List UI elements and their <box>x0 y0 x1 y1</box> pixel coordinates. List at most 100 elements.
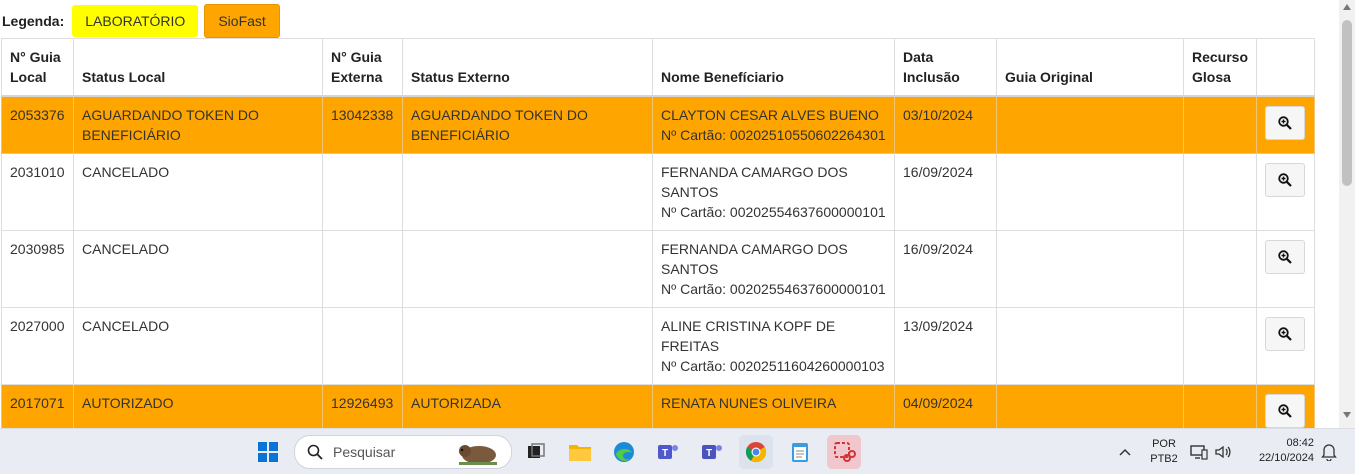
beneficiario-nome: ALINE CRISTINA KOPF DE FREITAS <box>661 318 836 354</box>
view-details-button[interactable] <box>1265 163 1305 197</box>
teams-classic-icon[interactable]: T <box>651 435 685 469</box>
cell-data-inclusao: 16/09/2024 <box>894 153 997 231</box>
volume-icon[interactable] <box>1212 435 1234 469</box>
zoom-in-icon <box>1278 404 1292 418</box>
cell-nome-beneficiario: FERNANDA CAMARGO DOS SANTOS Nº Cartão: 00… <box>652 153 895 231</box>
windows-start-icon[interactable] <box>251 435 285 469</box>
cell-guia-externa <box>322 230 403 308</box>
header-actions <box>1256 38 1315 97</box>
scroll-down-arrow-icon[interactable] <box>1343 412 1351 418</box>
cell-guia-externa: 12926493 <box>322 384 403 428</box>
cell-guia-local: 2053376 <box>1 95 74 154</box>
edge-browser-icon[interactable] <box>607 435 641 469</box>
cell-status-local: AUTORIZADO <box>73 384 323 428</box>
table-header-row: N° Guia Local Status Local N° Guia Exter… <box>1 38 1315 97</box>
beneficiario-cartao: Nº Cartão: 00202510550602264301 <box>661 127 886 143</box>
table-row[interactable]: 2017071 AUTORIZADO 12926493 AUTORIZADA RENAT… <box>1 384 1315 428</box>
cell-status-local: CANCELADO <box>73 230 323 308</box>
header-status-externo[interactable]: Status Externo <box>402 38 653 97</box>
header-data-inclusao[interactable]: Data Inclusão <box>894 38 997 97</box>
taskbar-search[interactable] <box>294 435 512 469</box>
cell-guia-externa <box>322 153 403 231</box>
chrome-browser-icon[interactable] <box>739 435 773 469</box>
cell-status-externo <box>402 230 653 308</box>
table-row[interactable]: 2053376 AGUARDANDO TOKEN DO BENEFICIÁRIO 1… <box>1 95 1315 154</box>
clock-time: 08:42 <box>1286 437 1314 449</box>
cell-guia-original <box>996 230 1184 308</box>
header-recurso-glosa[interactable]: Recurso Glosa <box>1183 38 1257 97</box>
wombat-illustration-icon <box>459 445 497 465</box>
header-nome-beneficiario[interactable]: Nome Benefíciario <box>652 38 895 97</box>
taskbar-search-input[interactable] <box>331 443 455 461</box>
cell-nome-beneficiario: RENATA NUNES OLIVEIRA <box>652 384 895 428</box>
zoom-in-icon <box>1278 327 1292 341</box>
beneficiario-cartao: Nº Cartão: 00202554637600000101 <box>661 281 886 297</box>
keyboard-layout: PTB2 <box>1150 453 1178 465</box>
beneficiario-nome: FERNANDA CAMARGO DOS SANTOS <box>661 164 848 200</box>
cell-guia-externa: 13042338 <box>322 95 403 154</box>
cell-status-externo: AGUARDANDO TOKEN DO BENEFICIÁRIO <box>402 95 653 154</box>
cell-nome-beneficiario: CLAYTON CESAR ALVES BUENO Nº Cartão: 0020… <box>652 95 895 154</box>
header-guia-original[interactable]: Guia Original <box>996 38 1184 97</box>
language-code: POR <box>1152 438 1176 450</box>
cell-status-externo <box>402 153 653 231</box>
cell-data-inclusao: 16/09/2024 <box>894 230 997 308</box>
clock-date: 22/10/2024 <box>1258 452 1314 464</box>
cell-actions <box>1256 95 1315 154</box>
cell-nome-beneficiario: ALINE CRISTINA KOPF DE FREITAS Nº Cartão:… <box>652 307 895 385</box>
cell-guia-original <box>996 307 1184 385</box>
taskbar-clock[interactable]: 08:42 22/10/2024 <box>1244 436 1314 466</box>
task-view-icon[interactable] <box>519 435 553 469</box>
scroll-thumb[interactable] <box>1342 20 1352 186</box>
page-content: Legenda: LABORATÓRIO SioFast N° Guia Loc… <box>0 0 1339 428</box>
language-indicator[interactable]: POR PTB2 <box>1146 437 1182 467</box>
cell-status-local: CANCELADO <box>73 153 323 231</box>
search-icon <box>307 444 323 460</box>
header-guia-externa[interactable]: N° Guia Externa <box>322 38 403 97</box>
cell-recurso-glosa <box>1183 95 1257 154</box>
header-guia-local[interactable]: N° Guia Local <box>1 38 74 97</box>
cell-recurso-glosa <box>1183 307 1257 385</box>
teams-icon[interactable]: T <box>695 435 729 469</box>
view-details-button[interactable] <box>1265 317 1305 351</box>
cell-recurso-glosa <box>1183 230 1257 308</box>
network-monitor-icon[interactable] <box>1188 435 1210 469</box>
svg-text:T: T <box>662 448 668 459</box>
cell-status-externo <box>402 307 653 385</box>
cell-status-local: AGUARDANDO TOKEN DO BENEFICIÁRIO <box>73 95 323 154</box>
view-details-button[interactable] <box>1265 106 1305 140</box>
table-row[interactable]: 2030985 CANCELADO FERNANDA CAMARGO DOS SAN… <box>1 230 1315 308</box>
cell-data-inclusao: 04/09/2024 <box>894 384 997 428</box>
cell-guia-original <box>996 153 1184 231</box>
cell-actions <box>1256 307 1315 385</box>
beneficiario-nome: CLAYTON CESAR ALVES BUENO <box>661 107 879 123</box>
legend-chip-laboratorio: LABORATÓRIO <box>72 5 199 37</box>
vertical-scrollbar[interactable] <box>1339 0 1355 428</box>
header-status-local[interactable]: Status Local <box>73 38 323 97</box>
view-details-button[interactable] <box>1265 240 1305 274</box>
guias-table: N° Guia Local Status Local N° Guia Exter… <box>1 38 1315 428</box>
cell-nome-beneficiario: FERNANDA CAMARGO DOS SANTOS Nº Cartão: 00… <box>652 230 895 308</box>
snipping-tool-icon[interactable] <box>827 435 861 469</box>
table-row[interactable]: 2027000 CANCELADO ALINE CRISTINA KOPF DE F… <box>1 307 1315 385</box>
legend-chip-siofast: SioFast <box>204 4 280 38</box>
beneficiario-nome: FERNANDA CAMARGO DOS SANTOS <box>661 241 848 277</box>
cell-status-local: CANCELADO <box>73 307 323 385</box>
tray-chevron-up-icon[interactable] <box>1110 435 1140 469</box>
cell-guia-original <box>996 384 1184 428</box>
table-row[interactable]: 2031010 CANCELADO FERNANDA CAMARGO DOS SAN… <box>1 153 1315 231</box>
cell-guia-local: 2030985 <box>1 230 74 308</box>
cell-status-externo: AUTORIZADA <box>402 384 653 428</box>
view-details-button[interactable] <box>1265 394 1305 428</box>
legend-label: Legenda: <box>2 13 65 29</box>
cell-guia-local: 2031010 <box>1 153 74 231</box>
beneficiario-cartao: Nº Cartão: 00202554637600000101 <box>661 204 886 220</box>
zoom-in-icon <box>1278 116 1292 130</box>
legend: Legenda: LABORATÓRIO SioFast <box>2 4 280 38</box>
scroll-up-arrow-icon[interactable] <box>1343 4 1351 10</box>
notepad-icon[interactable] <box>783 435 817 469</box>
cell-data-inclusao: 13/09/2024 <box>894 307 997 385</box>
file-explorer-icon[interactable] <box>563 435 597 469</box>
cell-data-inclusao: 03/10/2024 <box>894 95 997 154</box>
notification-bell-icon[interactable] <box>1316 435 1342 469</box>
